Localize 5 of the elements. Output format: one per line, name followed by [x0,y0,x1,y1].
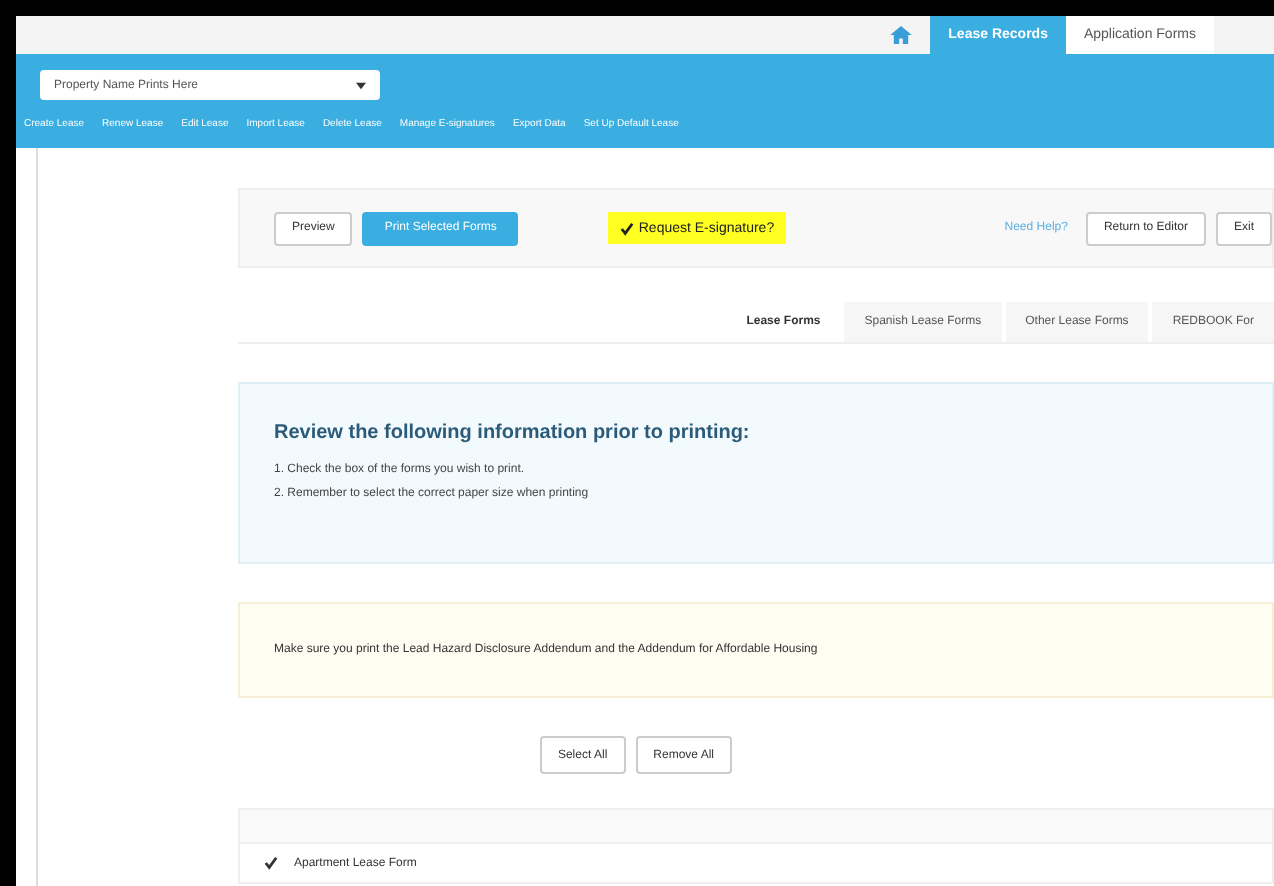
home-icon[interactable] [890,26,913,44]
check-icon [620,221,635,235]
info-heading: Review the following information prior to printing: [274,422,752,444]
caret-icon [356,81,366,89]
form-checkbox[interactable] [264,856,278,870]
